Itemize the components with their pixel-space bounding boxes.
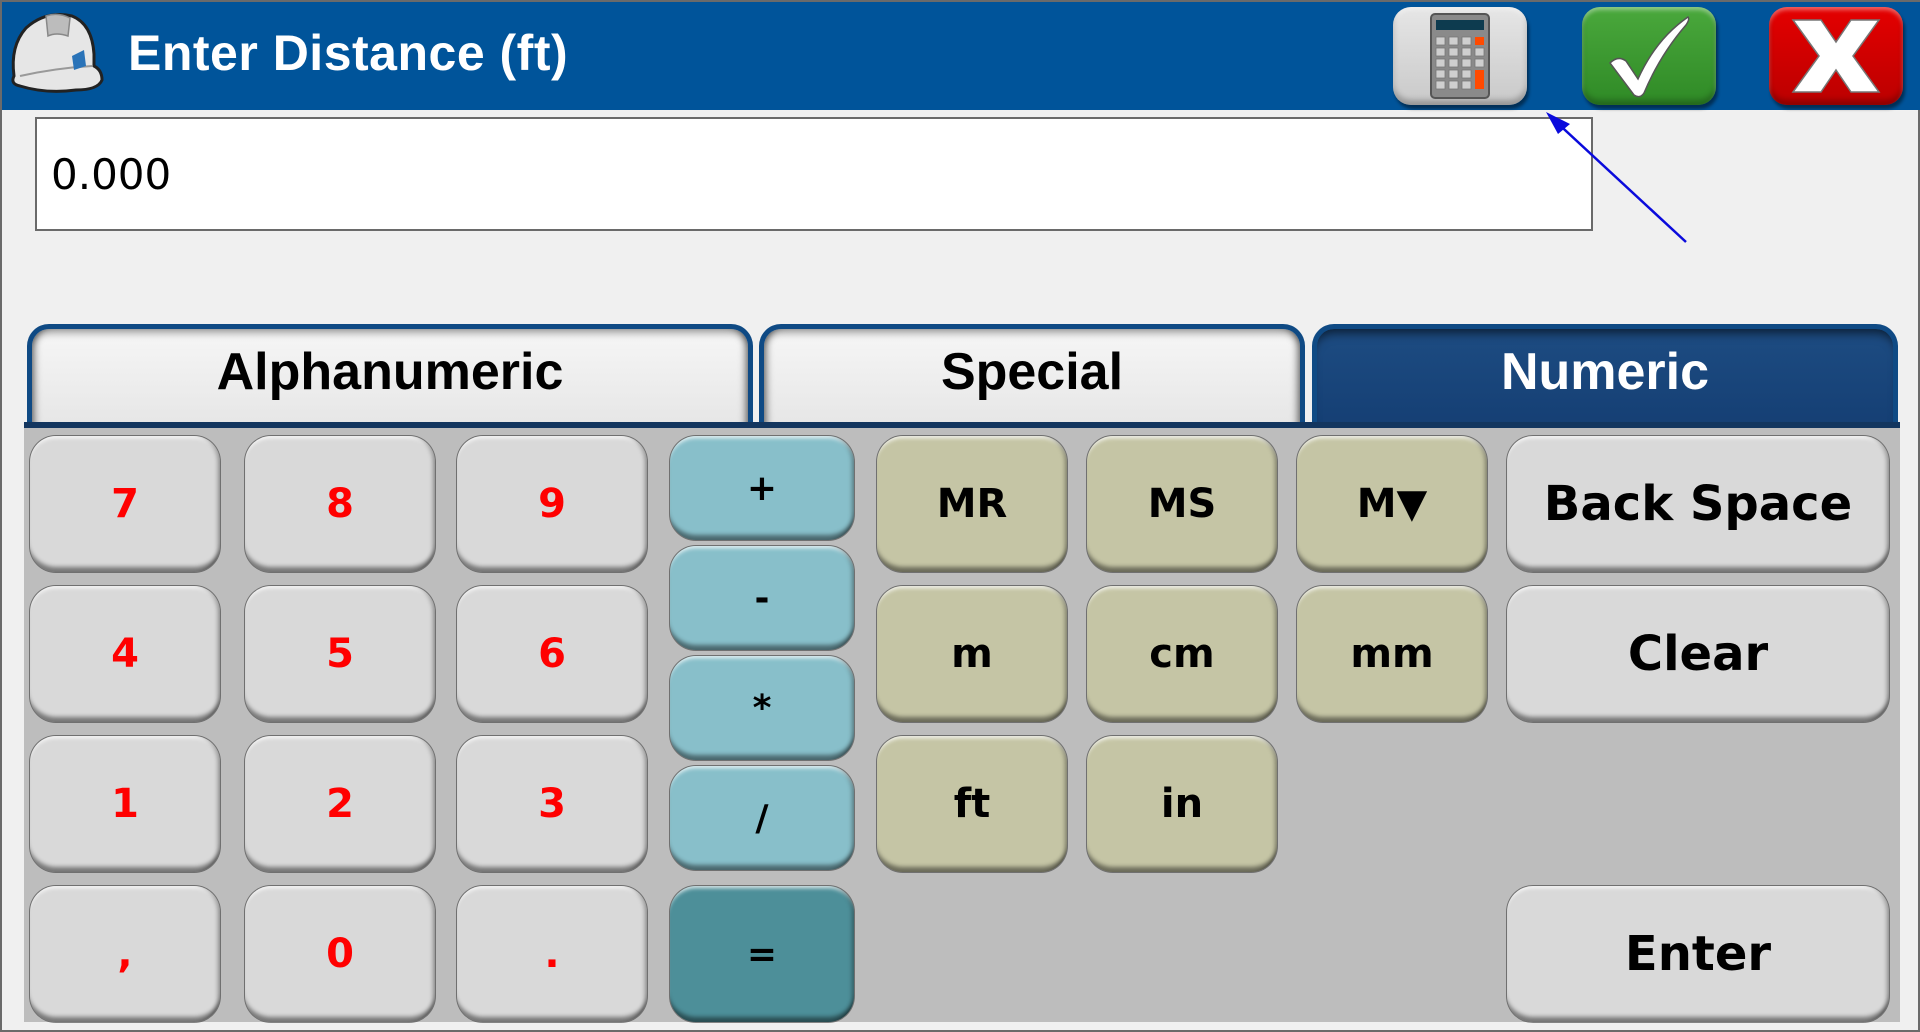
tab-alphanumeric-label: Alphanumeric xyxy=(216,342,564,401)
distance-input[interactable] xyxy=(35,117,1593,231)
calculator-icon xyxy=(1430,13,1490,99)
key-6[interactable]: 6 xyxy=(457,586,647,722)
tab-numeric[interactable]: Numeric xyxy=(1312,324,1898,426)
dialog-title: Enter Distance (ft) xyxy=(128,25,569,81)
clear-button[interactable]: Clear xyxy=(1507,586,1889,722)
key-memory-dropdown[interactable]: M▼ xyxy=(1297,436,1487,572)
key-equals[interactable]: = xyxy=(670,886,854,1022)
tab-alphanumeric[interactable]: Alphanumeric xyxy=(27,324,753,426)
hardhat-icon xyxy=(11,13,104,93)
key-memory-store[interactable]: MS xyxy=(1087,436,1277,572)
key-comma[interactable]: , xyxy=(30,886,220,1022)
accept-button[interactable] xyxy=(1582,7,1716,105)
key-decimal[interactable]: . xyxy=(457,886,647,1022)
backspace-button[interactable]: Back Space xyxy=(1507,436,1889,572)
key-unit-in[interactable]: in xyxy=(1087,736,1277,872)
tab-special-label: Special xyxy=(940,342,1124,401)
key-minus[interactable]: - xyxy=(670,546,854,650)
tab-special[interactable]: Special xyxy=(759,324,1305,426)
key-5[interactable]: 5 xyxy=(245,586,435,722)
key-divide[interactable]: / xyxy=(670,766,854,870)
close-x-icon xyxy=(1791,19,1881,93)
key-unit-ft[interactable]: ft xyxy=(877,736,1067,872)
key-unit-m[interactable]: m xyxy=(877,586,1067,722)
key-8[interactable]: 8 xyxy=(245,436,435,572)
key-memory-recall[interactable]: MR xyxy=(877,436,1067,572)
key-3[interactable]: 3 xyxy=(457,736,647,872)
key-unit-mm[interactable]: mm xyxy=(1297,586,1487,722)
title-bar: Enter Distance (ft) xyxy=(2,2,1920,110)
tab-numeric-label: Numeric xyxy=(1500,342,1710,401)
key-7[interactable]: 7 xyxy=(30,436,220,572)
key-1[interactable]: 1 xyxy=(30,736,220,872)
key-2[interactable]: 2 xyxy=(245,736,435,872)
cancel-button[interactable] xyxy=(1769,7,1903,105)
key-plus[interactable]: + xyxy=(670,436,854,540)
key-0[interactable]: 0 xyxy=(245,886,435,1022)
checkmark-icon xyxy=(1609,16,1690,98)
key-9[interactable]: 9 xyxy=(457,436,647,572)
key-4[interactable]: 4 xyxy=(30,586,220,722)
enter-button[interactable]: Enter xyxy=(1507,886,1889,1022)
calculator-button[interactable] xyxy=(1393,7,1527,105)
key-unit-cm[interactable]: cm xyxy=(1087,586,1277,722)
numeric-keypad: 7 8 9 4 5 6 1 2 3 , 0 . + - * / = MR MS … xyxy=(24,422,1900,1022)
key-multiply[interactable]: * xyxy=(670,656,854,760)
